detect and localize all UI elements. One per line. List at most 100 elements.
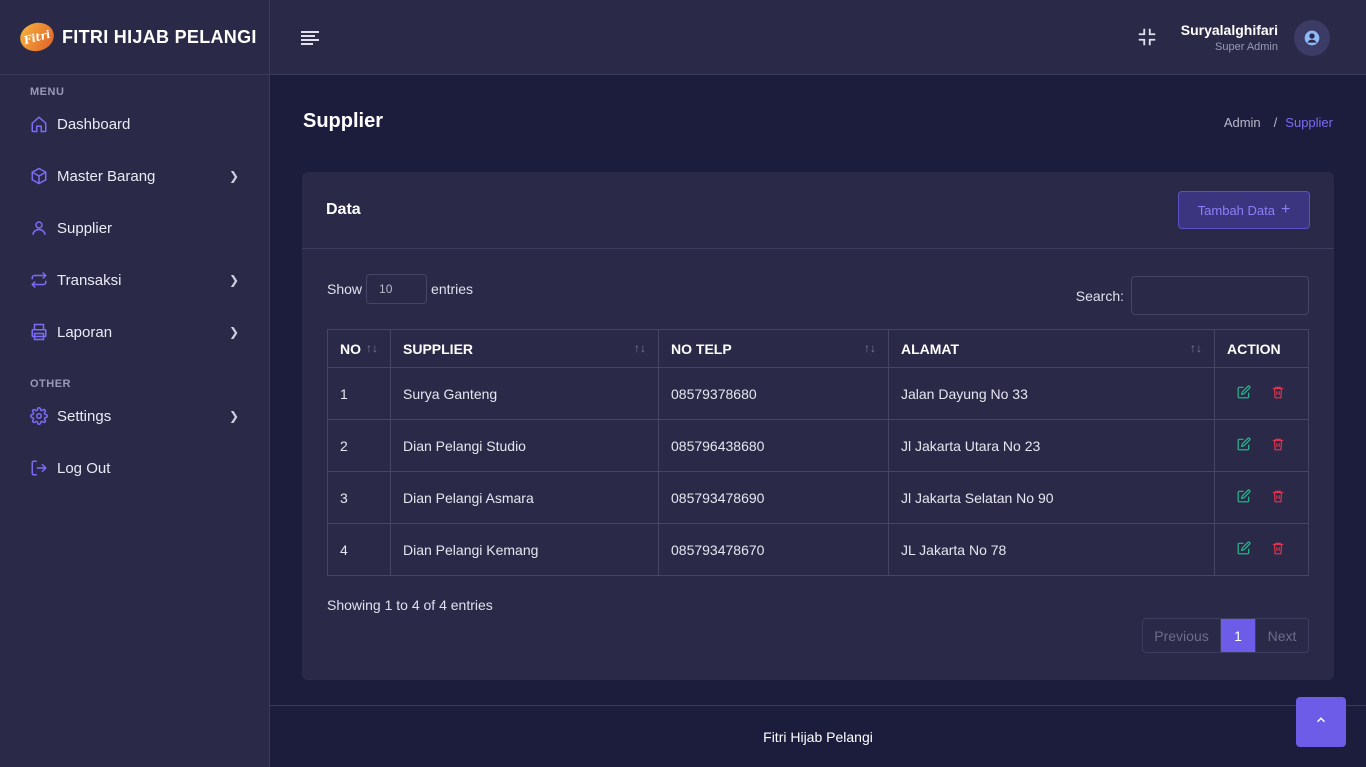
sort-icon: ↑↓: [1190, 340, 1202, 355]
sort-icon: ↑↓: [366, 340, 378, 355]
entries-select[interactable]: 10: [366, 274, 428, 304]
brand-logo: Fitri: [16, 19, 58, 55]
chevron-right-icon: ❯: [228, 325, 239, 339]
column-header-no[interactable]: NO ↑↓: [327, 329, 391, 368]
add-data-button[interactable]: Tambah Data +: [1178, 191, 1310, 229]
delete-icon[interactable]: [1271, 385, 1285, 399]
footer: Fitri Hijab Pelangi: [270, 705, 1366, 767]
sort-icon: ↑↓: [864, 340, 876, 355]
entries-label: entries: [431, 281, 474, 297]
cell-telp: 08579378680: [658, 367, 889, 420]
table-row: 3 Dian Pelangi Asmara 085793478690 Jl Ja…: [327, 471, 1309, 524]
search-input[interactable]: [1131, 276, 1309, 315]
top-header: Suryalalghifari Super Admin: [270, 0, 1366, 75]
sidebar-item-label: Settings: [57, 407, 112, 425]
search-control: Search:: [1076, 276, 1309, 315]
user-icon: [30, 219, 48, 237]
repeat-icon: [30, 271, 48, 289]
column-header-supplier[interactable]: SUPPLIER ↑↓: [390, 329, 659, 368]
breadcrumb-current: Supplier: [1285, 115, 1333, 130]
edit-icon[interactable]: [1237, 541, 1251, 555]
pagination-page-1[interactable]: 1: [1221, 619, 1255, 652]
user-role: Super Admin: [1215, 41, 1278, 53]
cell-supplier: Dian Pelangi Studio: [390, 419, 659, 472]
menu-toggle-icon[interactable]: [300, 28, 320, 46]
cell-action: [1214, 471, 1309, 524]
cell-telp: 085793478690: [658, 471, 889, 524]
sidebar-item-label: Transaksi: [57, 271, 122, 289]
cell-no: 4: [327, 523, 391, 576]
printer-icon: [30, 323, 48, 341]
cell-alamat: Jalan Dayung No 33: [888, 367, 1215, 420]
cell-no: 1: [327, 367, 391, 420]
sort-icon: ↑↓: [634, 340, 646, 355]
plus-icon: +: [1280, 201, 1291, 218]
search-label: Search:: [1075, 287, 1124, 304]
cell-no: 3: [327, 471, 391, 524]
gear-icon: [30, 407, 48, 425]
home-icon: [30, 115, 48, 133]
brand[interactable]: Fitri FITRI HIJAB PELANGI: [0, 0, 269, 75]
supplier-table: NO ↑↓ SUPPLIER ↑↓ NO TELP ↑↓ ALAMAT ↑↓ ACTIO…: [327, 329, 1309, 576]
column-header-action: ACTION: [1214, 329, 1309, 368]
sidebar-item-label: Log Out: [57, 459, 111, 477]
chevron-right-icon: ❯: [228, 409, 239, 423]
cell-supplier: Dian Pelangi Kemang: [390, 523, 659, 576]
column-header-no-telp[interactable]: NO TELP ↑↓: [658, 329, 889, 368]
delete-icon[interactable]: [1271, 437, 1285, 451]
table-row: 1 Surya Ganteng 08579378680 Jalan Dayung…: [327, 367, 1309, 420]
fullscreen-exit-icon[interactable]: [1136, 26, 1158, 48]
cell-action: [1214, 367, 1309, 420]
sidebar-item-label: Master Barang: [57, 167, 156, 185]
sidebar-item-label: Laporan: [57, 323, 113, 341]
cell-action: [1214, 419, 1309, 472]
breadcrumb: Admin / Supplier: [1224, 115, 1333, 130]
cell-telp: 085793478670: [658, 523, 889, 576]
delete-icon[interactable]: [1271, 489, 1285, 503]
edit-icon[interactable]: [1237, 489, 1251, 503]
sidebar-item-label: Dashboard: [57, 115, 131, 133]
sidebar-item-dashboard[interactable]: Dashboard: [0, 98, 269, 150]
header-label: ALAMAT: [901, 340, 960, 357]
logout-icon: [30, 459, 48, 477]
sidebar: Fitri FITRI HIJAB PELANGI MENU Dashboard…: [0, 0, 270, 767]
show-label: Show: [327, 281, 363, 297]
edit-icon[interactable]: [1237, 437, 1251, 451]
sidebar-item-laporan[interactable]: Laporan ❯: [0, 306, 269, 358]
sidebar-item-master-barang[interactable]: Master Barang ❯: [0, 150, 269, 202]
menu-section-label: MENU: [30, 86, 65, 98]
delete-icon[interactable]: [1271, 541, 1285, 555]
page-title: Supplier: [303, 110, 384, 132]
cell-alamat: Jl Jakarta Utara No 23: [888, 419, 1215, 472]
sidebar-item-supplier[interactable]: Supplier: [0, 202, 269, 254]
pagination-previous[interactable]: Previous: [1143, 619, 1221, 652]
column-header-alamat[interactable]: ALAMAT ↑↓: [888, 329, 1215, 368]
breadcrumb-root[interactable]: Admin: [1224, 115, 1261, 130]
scroll-to-top-button[interactable]: [1296, 697, 1346, 747]
footer-text: Fitri Hijab Pelangi: [763, 728, 873, 745]
table-info: Showing 1 to 4 of 4 entries: [327, 597, 493, 613]
cell-action: [1214, 523, 1309, 576]
cell-supplier: Surya Ganteng: [390, 367, 659, 420]
sidebar-item-label: Supplier: [57, 219, 113, 237]
edit-icon[interactable]: [1237, 385, 1251, 399]
add-data-label: Tambah Data: [1197, 202, 1275, 218]
table-header-row: NO ↑↓ SUPPLIER ↑↓ NO TELP ↑↓ ALAMAT ↑↓ ACTIO…: [327, 329, 1309, 368]
data-card: Data Tambah Data + Show 10 entries Searc…: [302, 172, 1334, 680]
sidebar-item-transaksi[interactable]: Transaksi ❯: [0, 254, 269, 306]
header-label: NO: [340, 340, 361, 357]
card-header: Data Tambah Data +: [302, 172, 1334, 249]
breadcrumb-separator: /: [1273, 115, 1278, 130]
user-name: Suryalalghifari: [1180, 22, 1278, 38]
card-title: Data: [326, 201, 361, 218]
avatar[interactable]: [1294, 20, 1330, 56]
sidebar-item-logout[interactable]: Log Out: [0, 442, 269, 494]
chevron-right-icon: ❯: [228, 273, 239, 287]
cell-alamat: JL Jakarta No 78: [888, 523, 1215, 576]
other-section-label: OTHER: [30, 378, 71, 390]
cell-no: 2: [327, 419, 391, 472]
pagination-next[interactable]: Next: [1255, 619, 1308, 652]
sidebar-item-settings[interactable]: Settings ❯: [0, 390, 269, 442]
chevron-up-icon: [1314, 713, 1328, 731]
header-label: NO TELP: [671, 340, 732, 357]
